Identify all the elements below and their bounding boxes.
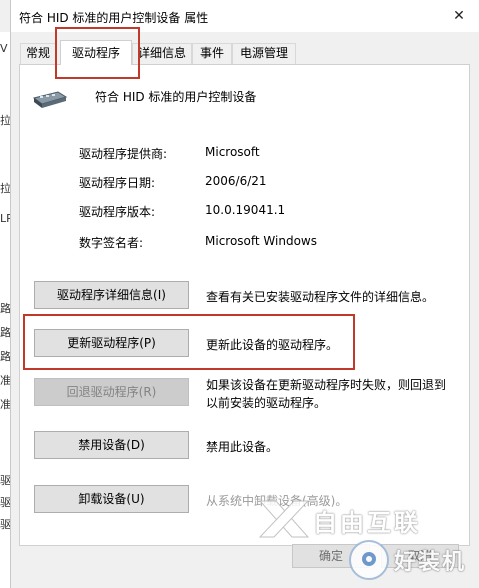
- device-name: 符合 HID 标准的用户控制设备: [95, 90, 257, 104]
- driver-details-button[interactable]: 驱动程序详细信息(I): [34, 281, 189, 309]
- watermark-logo: [256, 497, 312, 544]
- window-title: 符合 HID 标准的用户控制设备 属性: [19, 11, 209, 25]
- device-properties-dialog: 符合 HID 标准的用户控制设备 属性 ✕ 常规 驱动程序 详细信息 事件 电源…: [10, 0, 479, 588]
- tab-power-management[interactable]: 电源管理: [232, 43, 296, 64]
- driver-date-label: 驱动程序日期:: [79, 176, 156, 190]
- title-bar[interactable]: 符合 HID 标准的用户控制设备 属性 ✕: [11, 0, 479, 32]
- rollback-driver-desc-line2: 以前安装的驱动程序。: [206, 396, 327, 410]
- driver-tab-panel: 符合 HID 标准的用户控制设备 驱动程序提供商: Microsoft 驱动程序…: [19, 64, 470, 546]
- driver-provider-value: Microsoft: [205, 145, 260, 159]
- update-driver-button[interactable]: 更新驱动程序(P): [34, 329, 189, 357]
- digital-signer-value: Microsoft Windows: [205, 234, 317, 248]
- driver-date-value: 2006/6/21: [205, 174, 267, 188]
- driver-version-label: 驱动程序版本:: [79, 205, 156, 219]
- watermark-text-bottom: 好装机: [394, 550, 467, 575]
- tab-general[interactable]: 常规: [20, 43, 56, 64]
- hid-device-icon: [32, 91, 68, 108]
- bg-fragment: V: [0, 42, 8, 55]
- tab-events[interactable]: 事件: [192, 43, 232, 64]
- rollback-driver-desc-line1: 如果该设备在更新驱动程序时失败，则回退到: [206, 378, 447, 392]
- driver-details-desc: 查看有关已安装驱动程序文件的详细信息。: [206, 290, 435, 304]
- watermark-x-icon: [258, 500, 310, 538]
- watermark-text-top: 自由互联: [313, 509, 421, 537]
- driver-version-value: 10.0.19041.1: [205, 203, 286, 217]
- disable-device-desc: 禁用此设备。: [206, 440, 279, 454]
- tab-driver[interactable]: 驱动程序: [60, 40, 132, 65]
- rollback-driver-button[interactable]: 回退驱动程序(R): [34, 378, 189, 406]
- watermark-circle-icon: [349, 540, 389, 580]
- tab-details[interactable]: 详细信息: [132, 43, 192, 64]
- update-driver-desc: 更新此设备的驱动程序。: [206, 338, 339, 352]
- background-window-edge: V 拉 拉 LP 路 路 路 准 准 驱 驱 驱: [0, 32, 13, 588]
- disable-device-button[interactable]: 禁用设备(D): [34, 431, 189, 459]
- driver-provider-label: 驱动程序提供商:: [79, 147, 168, 161]
- close-button[interactable]: ✕: [447, 4, 471, 28]
- digital-signer-label: 数字签名者:: [79, 236, 144, 250]
- uninstall-device-button[interactable]: 卸载设备(U): [34, 485, 189, 513]
